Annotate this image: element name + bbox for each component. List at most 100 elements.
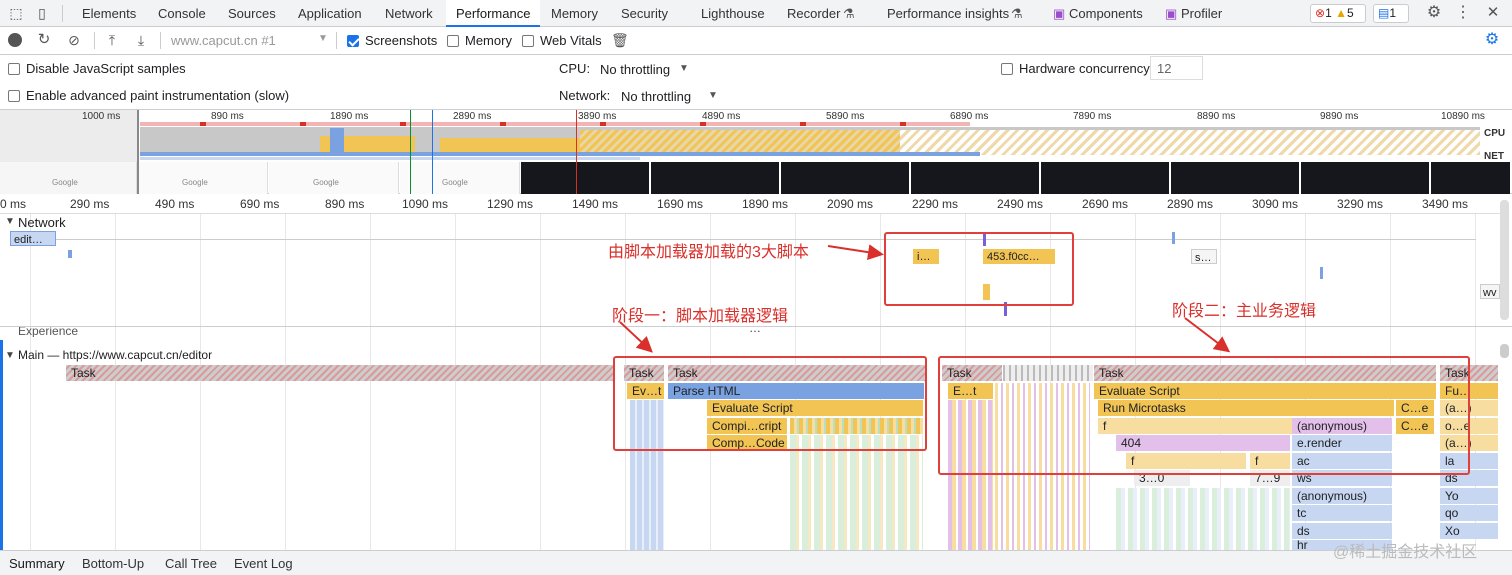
tab-event-log[interactable]: Event Log <box>234 556 293 571</box>
tab-lighthouse[interactable]: Lighthouse <box>701 0 765 27</box>
ruler-tick: 1090 ms <box>402 197 449 211</box>
overview-tick: 1000 ms <box>82 111 121 122</box>
divider <box>62 5 63 22</box>
close-icon[interactable]: ✕ <box>1485 5 1501 21</box>
fp-marker <box>432 110 433 194</box>
cpu-throttling-select[interactable]: No throttling <box>600 62 670 77</box>
network-label: Network: <box>559 88 611 103</box>
network-track-title: Network <box>18 215 66 230</box>
ruler-tick: 3490 ms <box>1422 197 1469 211</box>
overview-tick: 7890 ms <box>1073 111 1112 122</box>
more-menu-icon[interactable]: ⋮ <box>1455 5 1471 21</box>
tab-application[interactable]: Application <box>298 0 362 27</box>
hardware-concurrency-input[interactable]: 12 <box>1150 56 1203 80</box>
tab-console[interactable]: Console <box>158 0 206 27</box>
hardware-concurrency-checkbox[interactable] <box>1001 63 1013 75</box>
flame-task[interactable]: Task <box>66 365 614 381</box>
upload-icon[interactable]: ⤒ <box>104 32 120 48</box>
react-icon: ▣ <box>1165 6 1178 21</box>
trash-icon[interactable]: 🗑 <box>611 32 629 48</box>
network-throttling-select[interactable]: No throttling <box>621 89 691 104</box>
tab-network[interactable]: Network <box>385 0 433 27</box>
performance-toolbar: ↻ ⊘ ⤒ ⤓ www.capcut.cn #1 ▼ Screenshots M… <box>0 27 1512 55</box>
watermark: @稀土掘金技术社区 <box>1333 544 1478 561</box>
cpu-label: CPU <box>1484 128 1506 139</box>
gear-icon[interactable]: ⚙ <box>1426 5 1442 21</box>
download-icon[interactable]: ⤓ <box>133 32 149 48</box>
tab-components[interactable]: Components <box>1069 0 1143 27</box>
ruler-tick: 1490 ms <box>572 197 619 211</box>
flame-call[interactable]: tc <box>1292 505 1392 521</box>
overview-tick: 6890 ms <box>950 111 989 122</box>
net-chart <box>140 157 640 160</box>
divider <box>336 32 337 49</box>
annotation-phase1-label: 阶段一：脚本加载器逻辑 <box>612 308 789 325</box>
tab-summary[interactable]: Summary <box>9 556 65 571</box>
network-request[interactable]: wv <box>1480 284 1500 299</box>
advanced-paint-label: Enable advanced paint instrumentation (s… <box>26 88 290 103</box>
overview-tick: 3890 ms <box>578 111 617 122</box>
disable-js-samples-checkbox[interactable] <box>8 63 20 75</box>
flask-icon: ⚗ <box>843 6 855 21</box>
network-request[interactable]: s… <box>1191 249 1217 264</box>
collapse-triangle-icon[interactable]: ▼ <box>5 350 15 361</box>
selection-handle-left[interactable] <box>137 110 139 194</box>
network-request[interactable] <box>1320 267 1323 279</box>
recording-select[interactable]: www.capcut.cn #1 <box>171 33 276 48</box>
screenshots-checkbox[interactable] <box>347 35 359 47</box>
flame-minor-calls[interactable] <box>1116 488 1290 550</box>
error-icon: ⊗ <box>1315 6 1326 20</box>
tab-elements[interactable]: Elements <box>82 0 136 27</box>
flame-call[interactable]: Yo <box>1440 488 1498 504</box>
tab-bottom-up[interactable]: Bottom-Up <box>82 556 144 571</box>
devtools-tabbar: ⬚ ▯ Elements Console Sources Application… <box>0 0 1512 27</box>
issues-badge[interactable]: ⊗1 ▲5 <box>1310 4 1366 23</box>
screenshot-thumbnail: Google <box>138 162 268 194</box>
flame-call[interactable]: (anonymous) <box>1292 488 1392 504</box>
timeline-overview[interactable]: 1000 ms 890 ms 1890 ms 2890 ms 3890 ms 4… <box>0 110 1512 194</box>
memory-checkbox[interactable] <box>447 35 459 47</box>
chevron-down-icon: ▼ <box>679 63 689 74</box>
main-track-selection-bar <box>0 340 3 550</box>
annotation-phase2-label: 阶段二：主业务逻辑 <box>1172 303 1317 320</box>
cpu-idle-area <box>900 130 1480 155</box>
flame-call[interactable]: qo <box>1440 505 1498 521</box>
network-request[interactable]: edit… <box>10 231 56 246</box>
overview-tick: 1890 ms <box>330 111 369 122</box>
record-icon[interactable] <box>8 33 22 47</box>
screenshot-filmstrip-dark <box>521 162 1510 194</box>
tab-security[interactable]: Security <box>621 0 668 27</box>
clear-icon[interactable]: ⊘ <box>66 32 82 48</box>
advanced-paint-checkbox[interactable] <box>8 90 20 102</box>
net-label: NET <box>1484 151 1504 162</box>
capture-settings-gear-icon[interactable]: ⚙ <box>1484 32 1500 48</box>
annotation-box-scripts <box>884 232 1074 306</box>
messages-badge[interactable]: ▤1 <box>1373 4 1409 23</box>
screenshot-thumbnail: Google <box>0 162 137 194</box>
network-scrollbar[interactable] <box>1500 200 1509 320</box>
experience-track-title: Experience <box>18 327 79 337</box>
ruler-tick: 2290 ms <box>912 197 959 211</box>
network-request[interactable] <box>1172 232 1175 244</box>
flame-call[interactable]: Xo <box>1440 523 1498 539</box>
tab-recorder[interactable]: Recorder <box>787 0 840 27</box>
device-toolbar-icon[interactable]: ▯ <box>34 5 50 21</box>
annotation-box-phase2 <box>938 356 1470 475</box>
network-request[interactable] <box>68 250 72 258</box>
web-vitals-checkbox[interactable] <box>522 35 534 47</box>
overview-tick: 2890 ms <box>453 111 492 122</box>
tab-call-tree[interactable]: Call Tree <box>165 556 217 571</box>
tab-performance-insights[interactable]: Performance insights <box>887 0 1009 27</box>
tab-sources[interactable]: Sources <box>228 0 276 27</box>
disable-js-samples-label: Disable JavaScript samples <box>26 61 186 76</box>
collapse-triangle-icon[interactable]: ▼ <box>5 216 15 227</box>
flame-minor-calls[interactable] <box>790 435 923 550</box>
main-scrollbar[interactable] <box>1500 344 1509 358</box>
tab-performance[interactable]: Performance <box>446 0 541 27</box>
inspect-element-icon[interactable]: ⬚ <box>8 5 24 21</box>
tab-profiler[interactable]: Profiler <box>1181 0 1222 27</box>
main-track-title: Main — https://www.capcut.cn/editor <box>18 348 213 362</box>
tab-memory[interactable]: Memory <box>551 0 598 27</box>
flame-call[interactable]: ds <box>1292 523 1392 539</box>
reload-icon[interactable]: ↻ <box>36 32 52 48</box>
